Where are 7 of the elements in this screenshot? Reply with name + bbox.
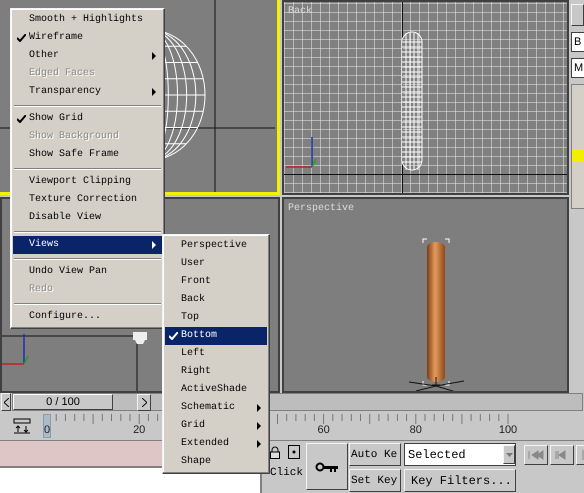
dropdown-value: Selected (408, 448, 466, 462)
frame-number: 0 (44, 424, 50, 436)
frame-number: 20 (133, 424, 146, 436)
frame-number: 100 (498, 424, 518, 436)
frame-number: 60 (317, 424, 330, 436)
frame-number: 80 (410, 424, 422, 436)
status-prompt: Click (270, 467, 304, 479)
